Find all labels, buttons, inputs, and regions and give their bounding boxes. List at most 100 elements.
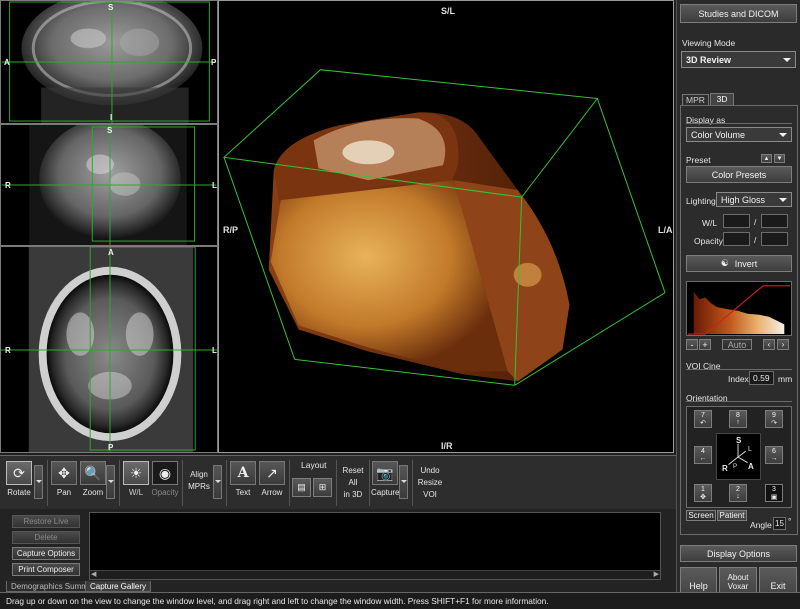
orient-key-3[interactable]: 3 ▣ [765, 484, 783, 502]
orient-key-8[interactable]: 8 ↑ [729, 410, 747, 428]
align-mprs-button[interactable]: Align MPRs [185, 461, 213, 505]
capture-dropdown[interactable] [399, 465, 408, 499]
rotate-dropdown[interactable] [34, 465, 43, 499]
chevron-down-icon: ▼ [776, 155, 783, 162]
capture-options-button[interactable]: Capture Options [12, 547, 80, 560]
transfer-function-graph[interactable] [686, 281, 792, 336]
lighting-label: Lighting [686, 196, 716, 206]
arrow-right-icon: → [770, 455, 778, 462]
undo-resize-voi-button[interactable]: Undo Resize VOI [415, 461, 445, 505]
orient-key-1[interactable]: 1 ✥ [694, 484, 712, 502]
color-presets-button[interactable]: Color Presets [686, 166, 792, 183]
orient-key-7[interactable]: 7 ↶ [694, 410, 712, 428]
wl-tool[interactable]: ☀ W/L [122, 461, 150, 505]
ax-orient-left: R [5, 346, 11, 355]
orient-key-4-label: 4 [701, 448, 705, 455]
arrow-icon: ↗ [259, 461, 285, 485]
zoom-dropdown[interactable] [106, 465, 115, 499]
display-options-button[interactable]: Display Options [680, 545, 797, 562]
opacity-min-field[interactable] [723, 232, 750, 246]
cube-label-p: P [733, 464, 738, 470]
display-as-value: Color Volume [691, 129, 746, 140]
reset-label-3: in 3D [343, 490, 363, 499]
orient-patient-tab[interactable]: Patient [717, 510, 747, 521]
orientation-cube[interactable]: S L R A P [716, 433, 761, 480]
orient-key-3-label: 3 [772, 485, 776, 493]
invert-button[interactable]: ☯ Invert [686, 255, 792, 272]
wl-field-label: W/L [702, 218, 718, 228]
right-panel: Studies and DICOM Viewing Mode 3D Review… [676, 0, 800, 609]
wl-slash: / [754, 217, 757, 227]
display-as-select[interactable]: Color Volume [686, 127, 792, 142]
gallery-scrollbar[interactable]: ◀ ▶ [90, 570, 660, 579]
orient-key-2[interactable]: 2 ↓ [729, 484, 747, 502]
text-tool[interactable]: A Text [229, 461, 257, 505]
tab-capture-gallery[interactable]: Capture Gallery [85, 581, 152, 592]
level-field[interactable] [761, 214, 788, 228]
angle-field[interactable]: 15 [773, 517, 786, 530]
tab-mpr[interactable]: MPR [682, 94, 709, 105]
volume-3d-viewport[interactable]: S/L R/P L/A I/R [218, 0, 674, 453]
rotate-cw-icon: ↷ [771, 419, 777, 427]
orient-screen-tab[interactable]: Screen [686, 510, 716, 521]
scroll-left-icon[interactable]: ◀ [91, 570, 96, 578]
opacity-icon: ◉ [152, 461, 178, 485]
restore-live-button[interactable]: Restore Live [12, 515, 80, 528]
orient-key-9[interactable]: 9 ↷ [765, 410, 783, 428]
move-icon: ✥ [700, 493, 706, 501]
text-icon: A [230, 461, 256, 485]
viewing-mode-select[interactable]: 3D Review [681, 51, 796, 68]
lighting-select[interactable]: High Gloss [716, 192, 792, 207]
orient-key-8-label: 8 [736, 412, 740, 419]
zoom-tool[interactable]: 🔍 Zoom [79, 461, 107, 505]
vol-orient-top: S/L [441, 6, 456, 16]
sagittal-viewport[interactable]: S A P I [0, 0, 218, 124]
layout-grid-button[interactable]: ⊞ [313, 478, 332, 497]
toolbar: ⟳ Rotate ✥ Pan 🔍 Zoom ☀ W/L ◉ Opacity Al… [0, 455, 676, 509]
opacity-tool[interactable]: ◉ Opacity [151, 461, 179, 505]
scroll-right-icon[interactable]: ▶ [654, 570, 659, 578]
ax-orient-top: A [108, 248, 114, 257]
tab-3d[interactable]: 3D [710, 93, 734, 105]
window-field[interactable] [723, 214, 750, 228]
wl-label: W/L [128, 488, 144, 497]
capture-tool[interactable]: 📷 Capture [371, 461, 399, 505]
ax-orient-right: L [212, 346, 217, 355]
print-composer-button[interactable]: Print Composer [12, 563, 80, 576]
angle-label: Angle [750, 520, 772, 530]
rotate-ccw-icon: ↶ [700, 419, 706, 427]
layout-single-button[interactable]: ▤ [292, 478, 311, 497]
preset-down-button[interactable]: ▼ [774, 154, 785, 163]
tf-auto-button[interactable]: Auto [722, 339, 752, 350]
volume-render [222, 69, 666, 386]
yin-yang-icon: ☯ [720, 258, 729, 268]
tf-prev-button[interactable]: ‹ [763, 339, 775, 350]
axial-viewport[interactable]: A R L P [0, 246, 218, 453]
orient-key-2-label: 2 [736, 486, 740, 493]
align-dropdown[interactable] [213, 465, 222, 499]
viewing-mode-value: 3D Review [686, 54, 732, 65]
coronal-viewport[interactable]: S R L [0, 124, 218, 246]
chevron-down-icon [783, 57, 791, 62]
pan-tool[interactable]: ✥ Pan [50, 461, 78, 505]
delete-button[interactable]: Delete [12, 531, 80, 544]
cube-label-a: A [748, 462, 754, 471]
index-field[interactable]: 0.59 [749, 371, 774, 385]
sun-icon: ☀ [123, 461, 149, 485]
orient-key-6[interactable]: 6 → [765, 446, 783, 464]
tf-plus-button[interactable]: + [699, 339, 711, 350]
reset-all-3d-button[interactable]: Reset All in 3D [339, 461, 367, 505]
rotate-tool[interactable]: ⟳ Rotate [4, 461, 34, 505]
opacity-max-field[interactable] [761, 232, 788, 246]
studies-dicom-button[interactable]: Studies and DICOM [680, 4, 797, 23]
arrow-tool[interactable]: ↗ Arrow [258, 461, 286, 505]
tf-next-button[interactable]: › [777, 339, 789, 350]
chevron-right-icon: › [781, 340, 785, 349]
orient-key-4[interactable]: 4 ← [694, 446, 712, 464]
capture-panel: Restore Live Delete Capture Options Prin… [0, 509, 676, 592]
capture-gallery[interactable]: ◀ ▶ [89, 512, 661, 580]
arrow-down-icon: ↓ [736, 493, 740, 500]
preset-up-button[interactable]: ▲ [761, 154, 772, 163]
chevron-left-icon: ‹ [767, 340, 771, 349]
tf-minus-button[interactable]: - [686, 339, 698, 350]
